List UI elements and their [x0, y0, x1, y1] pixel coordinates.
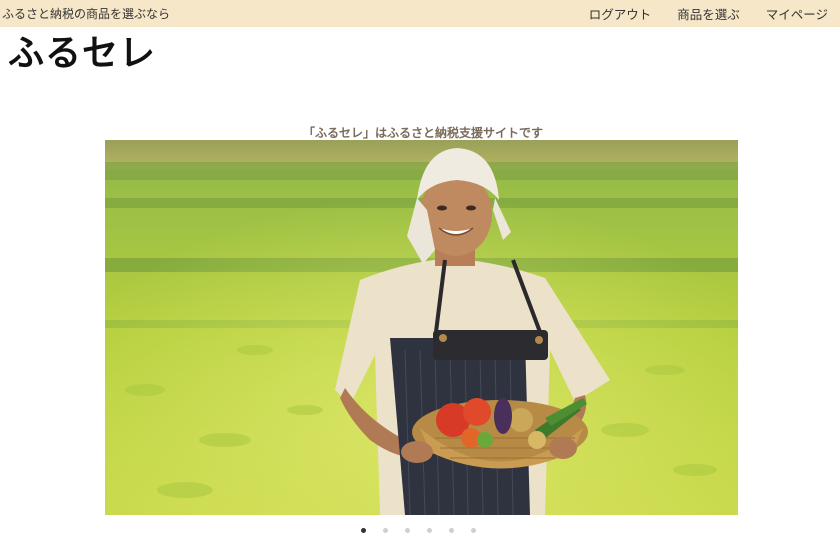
carousel-dot-3[interactable] [405, 528, 410, 533]
hero-caption: 「ふるセレ」はふるさと納税支援サイトです [302, 126, 543, 140]
top-nav: ログアウト 商品を選ぶ マイページ [589, 4, 828, 23]
carousel-dot-5[interactable] [449, 528, 454, 533]
farmer-photo [105, 140, 738, 515]
hero-slide-image[interactable] [105, 140, 738, 515]
carousel-indicators [361, 528, 476, 533]
carousel-dot-1[interactable] [361, 528, 366, 533]
site-logo[interactable]: ふるセレ [6, 33, 163, 74]
carousel-dot-6[interactable] [471, 528, 476, 533]
carousel-dot-4[interactable] [427, 528, 432, 533]
carousel-dot-2[interactable] [383, 528, 388, 533]
mypage-link[interactable]: マイページ [766, 4, 828, 23]
top-bar: ふるさと納税の商品を選ぶなら ログアウト 商品を選ぶ マイページ [0, 0, 840, 27]
site-tagline: ふるさと納税の商品を選ぶなら [2, 7, 171, 21]
choose-products-link[interactable]: 商品を選ぶ [677, 4, 740, 23]
logo-text: ふるセレ [8, 33, 157, 74]
logout-link[interactable]: ログアウト [589, 4, 652, 23]
